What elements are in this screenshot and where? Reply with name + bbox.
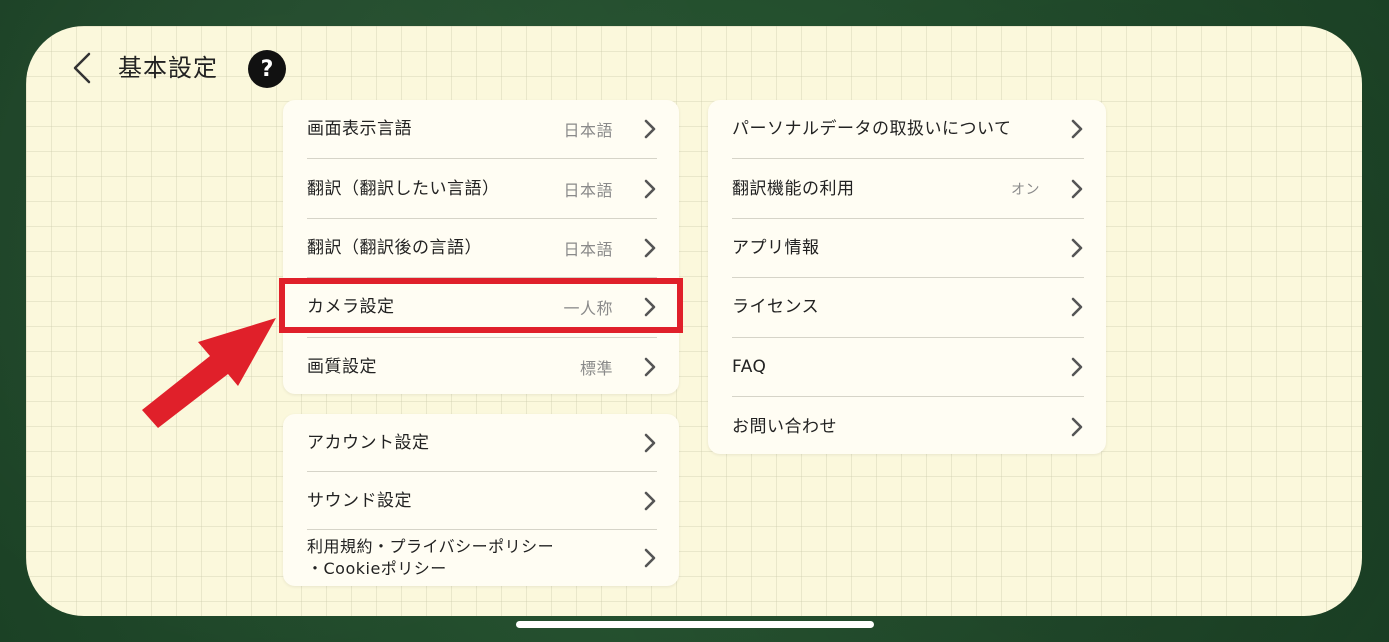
help-button[interactable]: ?: [248, 50, 286, 88]
row-label: アカウント設定: [307, 432, 430, 453]
chevron-right-icon: [643, 357, 657, 377]
chevron-right-icon: [1070, 297, 1084, 317]
row-sound-settings[interactable]: サウンド設定: [307, 472, 657, 530]
home-indicator[interactable]: [516, 621, 874, 628]
settings-card-display: 画面表示言語 日本語 翻訳（翻訳したい言語） 日本語 翻訳（翻訳後の言語） 日本…: [283, 100, 679, 394]
chevron-right-icon: [1070, 357, 1084, 377]
row-label: 翻訳機能の利用: [732, 178, 855, 199]
row-license[interactable]: ライセンス: [732, 278, 1084, 338]
chevron-right-icon: [1070, 417, 1084, 437]
back-button[interactable]: [62, 48, 102, 88]
row-camera-settings[interactable]: カメラ設定 一人称: [307, 278, 657, 338]
chevron-right-icon: [643, 433, 657, 453]
chevron-right-icon: [643, 119, 657, 139]
settings-card-account: アカウント設定 サウンド設定 利用規約・プライバシーポリシー ・Cookieポリ…: [283, 414, 679, 586]
chevron-right-icon: [1070, 238, 1084, 258]
row-label: 翻訳（翻訳後の言語）: [307, 237, 482, 258]
question-icon: ?: [260, 56, 274, 82]
chevron-right-icon: [643, 548, 657, 568]
settings-screen: 基本設定 ? 画面表示言語 日本語 翻訳（翻訳したい言語） 日本語 翻訳（翻訳後…: [26, 26, 1362, 616]
row-quality-settings[interactable]: 画質設定 標準: [307, 338, 657, 397]
chevron-left-icon: [73, 52, 91, 84]
chevron-right-icon: [643, 491, 657, 511]
row-label: お問い合わせ: [732, 416, 837, 437]
row-label: FAQ: [732, 356, 767, 377]
row-value: オン: [1011, 181, 1040, 198]
row-translate-source[interactable]: 翻訳（翻訳したい言語） 日本語: [307, 159, 657, 219]
row-contact[interactable]: お問い合わせ: [732, 397, 1084, 456]
chevron-right-icon: [643, 297, 657, 317]
row-translate-target[interactable]: 翻訳（翻訳後の言語） 日本語: [307, 219, 657, 279]
row-account-settings[interactable]: アカウント設定: [307, 414, 657, 472]
row-faq[interactable]: FAQ: [732, 338, 1084, 397]
row-label: 翻訳（翻訳したい言語）: [307, 178, 500, 199]
row-personal-data[interactable]: パーソナルデータの取扱いについて: [732, 100, 1084, 160]
row-label: パーソナルデータの取扱いについて: [732, 119, 1012, 140]
row-value: 一人称: [563, 299, 613, 319]
row-display-language[interactable]: 画面表示言語 日本語: [307, 100, 657, 160]
row-label: 画面表示言語: [307, 119, 412, 140]
row-label: カメラ設定: [307, 297, 395, 318]
row-translation-feature[interactable]: 翻訳機能の利用 オン: [732, 159, 1084, 219]
settings-card-info: パーソナルデータの取扱いについて 翻訳機能の利用 オン アプリ情報 ライセンス …: [708, 100, 1106, 454]
row-label: ライセンス: [732, 297, 820, 318]
page-title: 基本設定: [118, 54, 218, 82]
row-label: サウンド設定: [307, 490, 412, 511]
chevron-right-icon: [1070, 119, 1084, 139]
row-terms-privacy[interactable]: 利用規約・プライバシーポリシー ・Cookieポリシー: [307, 530, 657, 586]
row-label: アプリ情報: [732, 237, 820, 258]
row-label: 利用規約・プライバシーポリシー ・Cookieポリシー: [307, 537, 555, 578]
row-value: 標準: [579, 359, 613, 379]
row-value: 日本語: [563, 180, 613, 200]
row-app-info[interactable]: アプリ情報: [732, 219, 1084, 279]
chevron-right-icon: [643, 179, 657, 199]
arrow-annotation-icon: [142, 318, 276, 428]
chevron-right-icon: [643, 238, 657, 258]
row-value: 日本語: [563, 121, 613, 141]
header: 基本設定 ?: [26, 26, 1362, 110]
row-value: 日本語: [563, 239, 613, 259]
chevron-right-icon: [1070, 179, 1084, 199]
row-label: 画質設定: [307, 357, 377, 378]
